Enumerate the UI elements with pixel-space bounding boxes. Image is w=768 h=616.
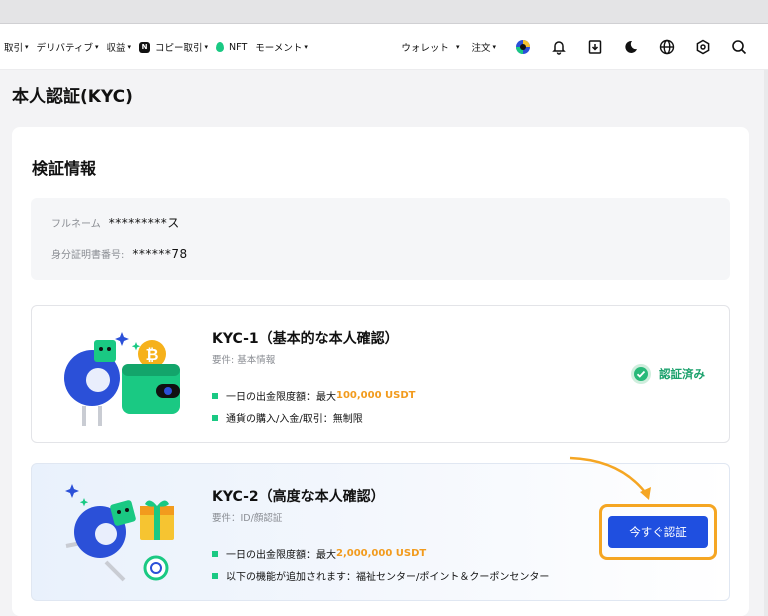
page-title: 本人認証(KYC) [12,87,133,107]
full-name-row: フルネーム *********ス [51,214,180,231]
verification-card: 検証情報 フルネーム *********ス 身分証明書番号: ******78 … [12,127,749,616]
avatar-icon[interactable] [514,38,532,56]
chevron-down-icon: ▾ [25,43,29,51]
kyc1-status-badge: 認証済み [631,364,705,384]
bell-icon[interactable] [550,38,568,56]
nav-right-tools: ウォレット ▾ 注文 ▾ [401,24,748,70]
verify-now-button[interactable]: 今すぐ認証 [608,516,708,548]
nav-item-nft[interactable]: NFT [216,42,247,53]
nav-item-moments[interactable]: モーメント ▾ [255,40,308,54]
chevron-down-icon: ▾ [127,43,132,51]
kyc2-bullet-withdraw: 一日の出金限度額：最大 2,000,000 USDT [212,546,426,561]
id-number-label: 身分証明書番号: [51,250,125,261]
id-number-value: ******78 [132,246,188,261]
check-icon [631,364,651,384]
nav-wallet[interactable]: ウォレット ▾ [401,40,459,54]
page-scrollbar[interactable] [764,70,768,616]
kyc2-amount: 2,000,000 USDT [336,548,427,559]
kyc2-title: KYC-2（高度な本人確認） [212,489,385,505]
nav-item-trade[interactable]: 取引 ▾ [4,40,29,54]
chevron-down-icon: ▾ [492,43,496,51]
kyc1-illustration: ₿ [64,332,180,426]
full-name-value: *********ス [108,216,180,230]
nav-orders[interactable]: 注文 ▾ [471,40,496,54]
personal-info-box: フルネーム *********ス 身分証明書番号: ******78 [31,198,730,280]
nav-item-earn[interactable]: 収益 ▾ [106,40,131,54]
id-number-row: 身分証明書番号: ******78 [51,246,188,262]
bullet-icon [212,572,218,579]
full-name-label: フルネーム [51,219,101,230]
dark-mode-icon[interactable] [622,38,640,56]
chevron-down-icon: ▾ [94,43,99,51]
section-title: 検証情報 [32,159,97,178]
kyc1-bullet-withdraw: 一日の出金限度額：最大 100,000 USDT [212,388,415,403]
download-icon[interactable] [586,38,604,56]
top-navbar: 取引 ▾ デリバティブ ▾ 収益 ▾ N コピー取引 ▾ NFT モーメント ▾ ウォレット… [0,24,768,70]
browser-chrome [0,0,768,24]
globe-icon[interactable] [658,38,676,56]
nft-drop-icon [216,42,225,52]
settings-hex-icon[interactable] [694,38,712,56]
nav-item-copy-trading[interactable]: N コピー取引 ▾ [139,40,208,54]
kyc1-card: ₿ KYC-1（基本的な本人確認） 要件: 基本情報 一日の出金限度額：最大 10… [31,305,730,443]
chevron-down-icon: ▾ [455,43,460,51]
nav-menu: 取引 ▾ デリバティブ ▾ 収益 ▾ N コピー取引 ▾ NFT モーメント ▾ [4,24,308,70]
kyc2-card: KYC-2（高度な本人確認） 要件：ID/顔認証 一日の出金限度額：最大 2,00… [31,456,730,601]
kyc1-amount: 100,000 USDT [336,390,416,401]
kyc2-illustration [65,484,174,582]
pointer-arrow-icon [569,456,651,500]
bullet-icon [212,550,218,557]
kyc1-requirement: 要件: 基本情報 [212,355,276,366]
nav-item-derivatives[interactable]: デリバティブ ▾ [37,40,99,54]
bullet-icon [212,392,218,399]
search-icon[interactable] [730,38,748,56]
kyc2-requirement: 要件：ID/顔認証 [212,513,283,524]
kyc1-bullet-trade: 通貨の購入/入金/取引：無制限 [212,410,363,425]
chevron-down-icon: ▾ [204,43,209,51]
kyc2-bullet-features: 以下の機能が追加されます：福祉センター/ポイント＆クーポンセンター [212,568,549,583]
bullet-icon [212,414,218,421]
verify-now-highlight: 今すぐ認証 [599,504,717,560]
new-badge-icon: N [139,41,151,53]
chevron-down-icon: ▾ [304,43,308,51]
svg-text:₿: ₿ [145,345,158,364]
kyc1-title: KYC-1（基本的な本人確認） [212,331,399,347]
